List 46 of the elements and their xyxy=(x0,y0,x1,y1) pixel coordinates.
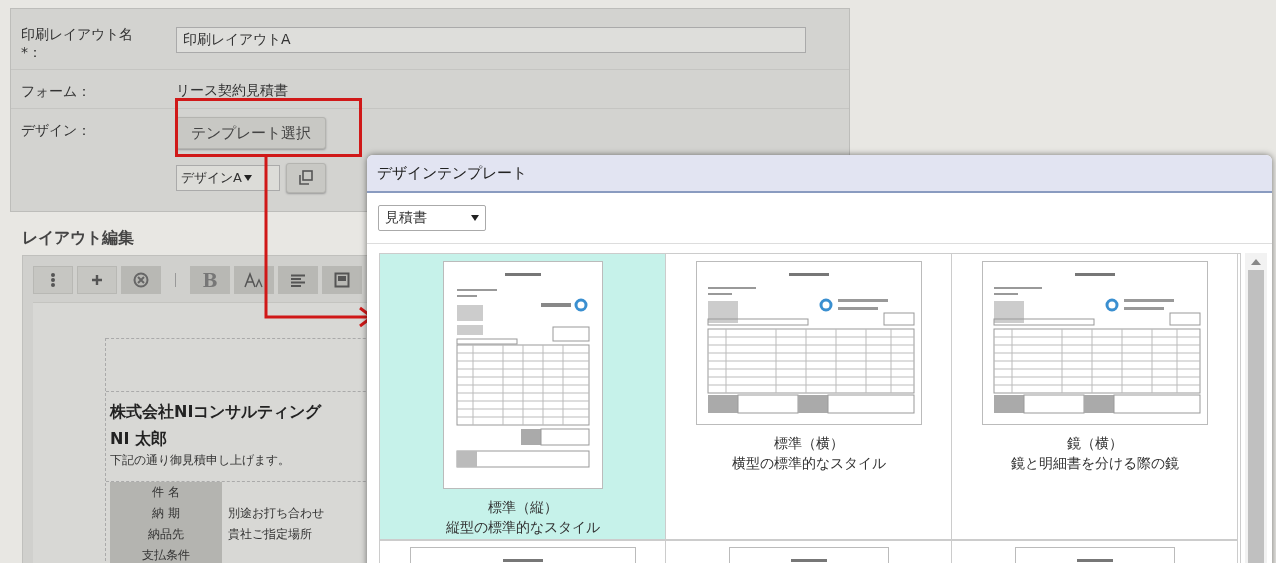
more-button[interactable] xyxy=(33,266,73,294)
align-button[interactable] xyxy=(278,266,318,294)
template-description: 鏡と明細書を分ける際の鏡 xyxy=(1010,455,1179,473)
dropdown-icon xyxy=(243,175,252,181)
company-name: 株式会社NIコンサルティング xyxy=(110,402,323,423)
category-select[interactable]: 見積書 xyxy=(378,205,486,231)
template-card[interactable]: 鏡（横） 鏡と明細書を分ける際の鏡 xyxy=(952,254,1238,541)
dialog-title: デザインテンプレート xyxy=(377,163,527,183)
align-icon xyxy=(291,273,305,287)
table-cell-text: 貴社ご指定場所 xyxy=(227,526,312,543)
person-name: NI 太郎 xyxy=(110,429,168,450)
field-label: 印刷レイアウト名 *： xyxy=(21,25,134,61)
table-header-cell: 件 名 xyxy=(110,482,222,503)
add-button[interactable] xyxy=(77,266,117,294)
field-label: フォーム： xyxy=(21,82,92,100)
layout-name-input[interactable]: 印刷レイアウトA xyxy=(176,27,806,53)
dropdown-icon xyxy=(471,215,479,221)
table-cell-text: 別途お打ち合わせ xyxy=(227,505,324,522)
frame-icon xyxy=(334,272,350,288)
template-card[interactable]: 標準（縦） 縦型の標準的なスタイル xyxy=(380,254,666,541)
clear-icon xyxy=(133,272,149,288)
kebab-icon xyxy=(50,272,56,288)
template-name: 鏡（横） xyxy=(1066,435,1123,453)
copy-icon xyxy=(298,170,314,186)
template-name: 標準（横） xyxy=(773,435,844,453)
template-name: 標準（縦） xyxy=(487,499,558,517)
template-card[interactable]: 標準（横） 横型の標準的なスタイル xyxy=(666,254,952,541)
copy-button[interactable] xyxy=(286,163,326,193)
form-value: リース契約見積書 xyxy=(176,81,288,100)
template-description: 縦型の標準的なスタイル xyxy=(445,519,600,537)
greeting-text: 下記の通り御見積申し上げます。 xyxy=(110,452,291,469)
template-select-button[interactable]: テンプレート選択 xyxy=(176,117,326,149)
table-header-cell: 納品先 xyxy=(110,524,222,545)
font-button[interactable] xyxy=(234,266,274,294)
scroll-up-icon xyxy=(1251,259,1261,265)
section-title: レイアウト編集 xyxy=(22,228,135,249)
scrollbar[interactable] xyxy=(1245,253,1267,563)
design-select[interactable]: デザインA xyxy=(176,165,280,191)
plus-icon xyxy=(91,274,103,286)
table-header-cell: 納 期 xyxy=(110,503,222,524)
frame-button[interactable] xyxy=(322,266,362,294)
table-header-cell: 支払条件 xyxy=(110,545,222,563)
template-description: 横型の標準的なスタイル xyxy=(731,455,886,473)
clear-button[interactable] xyxy=(121,266,161,294)
field-label: デザイン： xyxy=(21,121,92,140)
font-icon xyxy=(244,272,264,288)
